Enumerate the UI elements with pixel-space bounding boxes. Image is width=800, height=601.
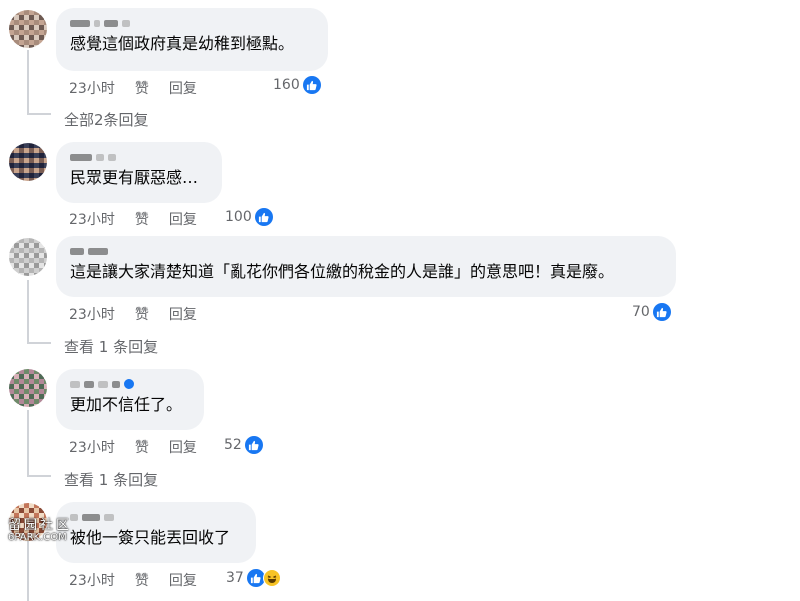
verified-icon <box>124 379 134 389</box>
watermark-site-text: 6PARK.COM <box>8 532 67 543</box>
comment-actions: 23小时 赞 回复 <box>69 304 217 324</box>
reaction-count[interactable]: 70 <box>632 303 671 321</box>
comment-actions: 23小时 赞 回复 <box>69 209 217 229</box>
thread-line <box>27 342 51 344</box>
author-name[interactable] <box>70 150 208 164</box>
thread-line <box>27 280 29 344</box>
thread-line <box>27 540 29 601</box>
comment-bubble: 民眾更有厭惡感… <box>56 142 222 203</box>
comment-bubble: 被他一簽只能丟回收了 <box>56 502 256 563</box>
avatar[interactable] <box>9 369 47 407</box>
thread-line <box>27 50 29 115</box>
reaction-number: 52 <box>224 437 242 453</box>
like-button[interactable]: 赞 <box>135 209 149 229</box>
comment-text: 這是讓大家清楚知道「亂花你們各位繳的稅金的人是誰」的意思吧！真是廢。 <box>70 262 615 281</box>
like-button[interactable]: 赞 <box>135 437 149 457</box>
view-replies-link[interactable]: 查看 1 条回复 <box>64 469 158 490</box>
reaction-number: 160 <box>273 77 300 93</box>
reply-button[interactable]: 回复 <box>169 437 197 457</box>
haha-reaction-icon <box>262 569 281 587</box>
reaction-count[interactable]: 100 <box>225 208 273 226</box>
view-replies-link[interactable]: 查看 1 条回复 <box>64 336 158 357</box>
comment-time[interactable]: 23小时 <box>69 437 115 457</box>
comment-time[interactable]: 23小时 <box>69 304 115 324</box>
reaction-number: 37 <box>226 570 244 586</box>
comment-bubble: 這是讓大家清楚知道「亂花你們各位繳的稅金的人是誰」的意思吧！真是廢。 <box>56 236 676 297</box>
thread-line <box>27 113 51 115</box>
comment-time[interactable]: 23小时 <box>69 78 115 98</box>
like-button[interactable]: 赞 <box>135 570 149 590</box>
reply-button[interactable]: 回复 <box>169 304 197 324</box>
reply-button[interactable]: 回复 <box>169 570 197 590</box>
view-replies-link[interactable]: 全部2条回复 <box>64 109 149 130</box>
watermark-logo-text: 留园社区 <box>8 518 73 533</box>
comment-time[interactable]: 23小时 <box>69 570 115 590</box>
comment-actions: 23小时 赞 回复 <box>69 437 217 457</box>
author-name[interactable] <box>70 510 242 524</box>
comment-time[interactable]: 23小时 <box>69 209 115 229</box>
reaction-count[interactable]: 160 <box>273 76 321 94</box>
author-name[interactable] <box>70 377 190 391</box>
like-button[interactable]: 赞 <box>135 304 149 324</box>
reaction-number: 70 <box>632 304 650 320</box>
like-reaction-icon <box>254 208 273 226</box>
like-button[interactable]: 赞 <box>135 78 149 98</box>
like-reaction-icon <box>244 436 263 454</box>
comment-text: 更加不信任了。 <box>70 395 183 414</box>
watermark: 留园社区 6PARK.COM <box>8 518 73 544</box>
reaction-count[interactable]: 37 <box>226 569 281 587</box>
author-name[interactable] <box>70 16 314 30</box>
reply-button[interactable]: 回复 <box>169 209 197 229</box>
comment-text: 感覺這個政府真是幼稚到極點。 <box>70 34 295 53</box>
comment-text: 被他一簽只能丟回收了 <box>70 528 231 547</box>
reaction-number: 100 <box>225 209 252 225</box>
comment-bubble: 更加不信任了。 <box>56 369 204 430</box>
comment-bubble: 感覺這個政府真是幼稚到極點。 <box>56 8 328 71</box>
like-reaction-icon <box>652 303 671 321</box>
avatar[interactable] <box>9 143 47 181</box>
avatar[interactable] <box>9 10 47 48</box>
avatar[interactable] <box>9 238 47 276</box>
comment-actions: 23小时 赞 回复 <box>69 78 217 98</box>
like-reaction-icon <box>302 76 321 94</box>
thread-line <box>27 475 51 477</box>
reaction-count[interactable]: 52 <box>224 436 263 454</box>
thread-line <box>27 410 29 477</box>
author-name[interactable] <box>70 244 662 258</box>
comment-text: 民眾更有厭惡感… <box>70 168 199 187</box>
comment-actions: 23小时 赞 回复 <box>69 570 217 590</box>
reply-button[interactable]: 回复 <box>169 78 197 98</box>
